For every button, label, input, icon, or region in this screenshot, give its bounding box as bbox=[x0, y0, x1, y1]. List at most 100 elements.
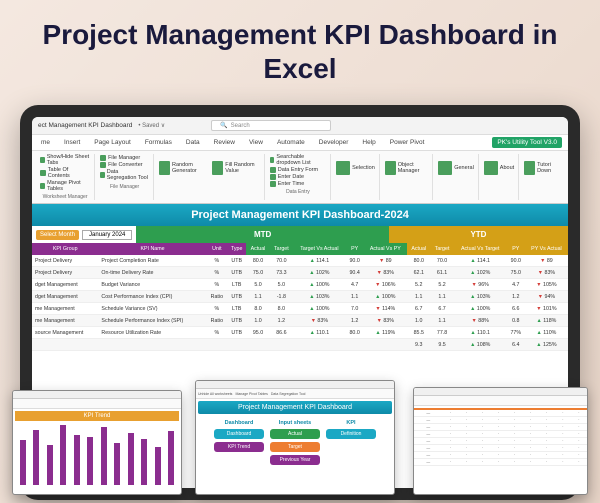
ribbon-item[interactable]: Searchable dropdown List bbox=[270, 154, 326, 166]
col-header: Type bbox=[227, 243, 246, 255]
document-name: ect Management KPI Dashboard bbox=[38, 122, 132, 129]
search-icon: 🔍 bbox=[220, 122, 227, 129]
utility-tool-tab[interactable]: PK's Utility Tool V3.0 bbox=[492, 137, 562, 148]
hero-title: Project Management KPI Dashboard in Exce… bbox=[0, 0, 600, 95]
ribbon-item[interactable]: Data Entry Form bbox=[270, 167, 326, 173]
mini-window-table: —·········—·········—·········—·········… bbox=[413, 387, 588, 495]
nav-button[interactable]: Previous Year bbox=[270, 455, 320, 465]
mini-ribbon-item[interactable]: Manage Pivot Tables bbox=[235, 392, 267, 396]
col-header: KPI Name bbox=[98, 243, 206, 255]
chart-bar bbox=[114, 443, 120, 485]
mini-window-kpi-trend: KPI Trend bbox=[12, 390, 182, 495]
ribbon-item-label: File Manager bbox=[108, 155, 140, 161]
chart-bar bbox=[155, 447, 161, 485]
ribbon-item[interactable]: Random Generator bbox=[159, 161, 208, 175]
ribbon-item[interactable]: Fill Random Value bbox=[212, 161, 259, 175]
ribbon-item[interactable]: Selection bbox=[336, 161, 375, 175]
ribbon-icon bbox=[40, 170, 46, 176]
ribbon-icon bbox=[212, 161, 223, 175]
ribbon-tab[interactable]: Data bbox=[183, 137, 203, 148]
ribbon-item-label: File Converter bbox=[108, 162, 143, 168]
dashboard-controls: Select Month January 2024 MTD YTD bbox=[32, 226, 568, 243]
nav-col-header: Input sheets bbox=[279, 420, 311, 426]
ribbon-item-label: Table Of Contents bbox=[48, 167, 90, 179]
kpi-row: Project DeliveryProject Completion Rate%… bbox=[32, 255, 568, 267]
ribbon-icon bbox=[40, 157, 45, 163]
ribbon-item[interactable]: Object Manager bbox=[385, 161, 428, 175]
ribbon-icon bbox=[100, 172, 105, 178]
chart-bar bbox=[87, 437, 93, 485]
chart-bar bbox=[128, 433, 134, 485]
ribbon-item[interactable]: General bbox=[438, 161, 474, 175]
ribbon-item-label: About bbox=[500, 165, 514, 171]
mtd-header: MTD bbox=[136, 226, 388, 243]
kpi-row: 9.39.5▲ 108%6.4▲ 125% bbox=[32, 339, 568, 351]
ribbon-icon bbox=[385, 161, 396, 175]
nav-button[interactable]: Definition bbox=[326, 429, 376, 439]
kpi-row: me ManagementSchedule Variance (SV)%LTB … bbox=[32, 303, 568, 315]
ribbon-tabs: me Insert Page Layout Formulas Data Review Vie… bbox=[32, 135, 568, 151]
ribbon-icon bbox=[100, 155, 106, 161]
mini-titlebar bbox=[13, 391, 181, 399]
kpi-row: dget ManagementCost Performance Index (C… bbox=[32, 291, 568, 303]
title-bar: ect Management KPI Dashboard • Saved ∨ 🔍… bbox=[32, 117, 568, 135]
ribbon-tab[interactable]: Formulas bbox=[142, 137, 175, 148]
nav-col-header: KPI bbox=[346, 420, 355, 426]
ribbon-tab[interactable]: View bbox=[246, 137, 266, 148]
search-input[interactable]: 🔍 Search bbox=[211, 120, 331, 131]
ribbon-icon bbox=[336, 161, 350, 175]
ribbon-item[interactable]: Manage Pivot Tables bbox=[40, 180, 90, 192]
ribbon-item[interactable]: Enter Time bbox=[270, 181, 326, 187]
ribbon-item[interactable]: Show/Hide Sheet Tabs bbox=[40, 154, 90, 166]
nav-button[interactable]: Target bbox=[270, 442, 320, 452]
col-header-ytd: PY Vs Actual bbox=[525, 243, 568, 255]
ribbon-item[interactable]: About bbox=[484, 161, 514, 175]
ribbon-item[interactable]: Enter Date bbox=[270, 174, 326, 180]
nav-button[interactable]: Dashboard bbox=[214, 429, 264, 439]
mini-titlebar bbox=[196, 381, 394, 389]
kpi-row: me ManagementSchedule Performance Index … bbox=[32, 315, 568, 327]
ribbon-tab[interactable]: me bbox=[38, 137, 53, 148]
col-header-mtd: Target bbox=[270, 243, 293, 255]
ribbon-icon bbox=[270, 157, 275, 163]
month-dropdown[interactable]: January 2024 bbox=[82, 230, 132, 240]
ribbon-tab[interactable]: Developer bbox=[316, 137, 352, 148]
dashboard-title: Project Management KPI Dashboard-2024 bbox=[32, 204, 568, 226]
ribbon-item-label: Enter Date bbox=[278, 174, 304, 180]
save-status[interactable]: • Saved ∨ bbox=[138, 122, 165, 129]
chart-bar bbox=[141, 439, 147, 485]
col-header-mtd: Target Vs Actual bbox=[293, 243, 346, 255]
ribbon-tab[interactable]: Help bbox=[359, 137, 378, 148]
ribbon-icon bbox=[270, 167, 276, 173]
ribbon-tab[interactable]: Automate bbox=[274, 137, 308, 148]
ribbon-icon bbox=[40, 183, 45, 189]
chart-bar bbox=[60, 425, 66, 485]
ribbon-item[interactable]: File Converter bbox=[100, 162, 149, 168]
col-header-mtd: Actual Vs PY bbox=[364, 243, 408, 255]
col-header-ytd: Target bbox=[430, 243, 453, 255]
mini-ribbon-item[interactable]: Data Segregation Tool bbox=[271, 392, 306, 396]
ytd-header: YTD bbox=[389, 226, 568, 243]
ribbon-group-label: Data Entry bbox=[270, 189, 326, 195]
ribbon-item[interactable]: Table Of Contents bbox=[40, 167, 90, 179]
chart-bar bbox=[47, 445, 53, 485]
ribbon-item[interactable]: Tutori Down bbox=[524, 161, 560, 175]
ribbon-group-label: File Manager bbox=[100, 184, 149, 190]
ribbon-icon bbox=[100, 162, 106, 168]
ribbon-tab[interactable]: Page Layout bbox=[91, 137, 134, 148]
ribbon-tab[interactable]: Power Pivot bbox=[387, 137, 428, 148]
mini-ribbon bbox=[414, 396, 587, 406]
ribbon-tab[interactable]: Insert bbox=[61, 137, 83, 148]
mini-ribbon-item[interactable]: Unhide All worksheets bbox=[198, 392, 232, 396]
nav-button[interactable]: Actual bbox=[270, 429, 320, 439]
ribbon-item[interactable]: File Manager bbox=[100, 155, 149, 161]
month-selector: Select Month January 2024 bbox=[32, 226, 136, 243]
ribbon-tab[interactable]: Review bbox=[211, 137, 238, 148]
ribbon-item-label: Object Manager bbox=[398, 162, 429, 174]
kpi-row: source ManagementResource Utilization Ra… bbox=[32, 327, 568, 339]
ribbon-icon bbox=[270, 174, 276, 180]
ribbon-item[interactable]: Data Segregation Tool bbox=[100, 169, 149, 181]
ribbon-item-label: Searchable dropdown List bbox=[276, 154, 326, 166]
mini-ribbon bbox=[13, 399, 181, 409]
nav-button[interactable]: KPI Trend bbox=[214, 442, 264, 452]
